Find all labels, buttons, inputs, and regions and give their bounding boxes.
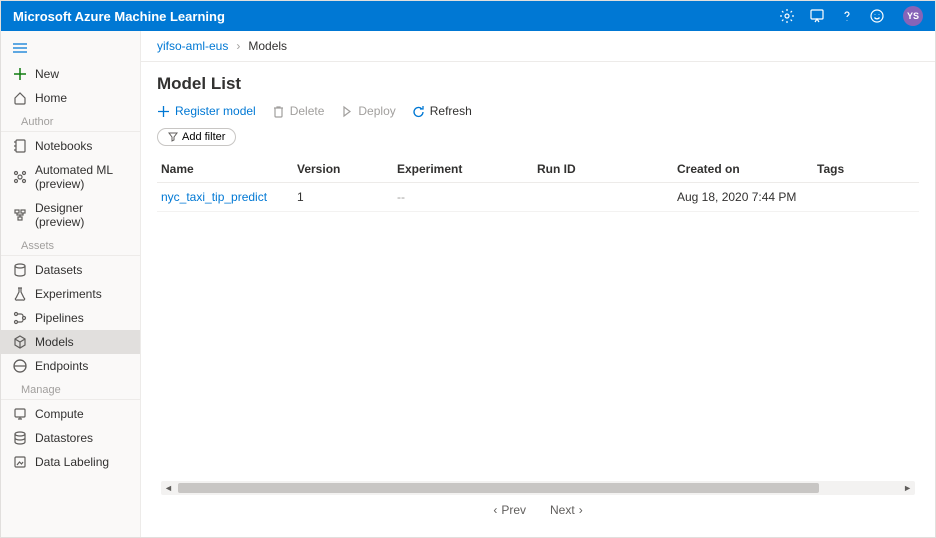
toolbar-label: Delete	[290, 104, 325, 118]
next-label: Next	[550, 503, 575, 517]
register-model-button[interactable]: Register model	[157, 104, 256, 118]
horizontal-scrollbar[interactable]: ◄ ►	[161, 481, 915, 495]
toolbar-label: Register model	[175, 104, 256, 118]
sidebar-item-notebooks[interactable]: Notebooks	[1, 134, 140, 158]
sidebar-label: Data Labeling	[35, 455, 109, 469]
breadcrumb-current: Models	[248, 39, 287, 53]
sidebar-item-datastores[interactable]: Datastores	[1, 426, 140, 450]
sidebar-label: Compute	[35, 407, 84, 421]
models-table: Name Version Experiment Run ID Created o…	[157, 156, 919, 481]
table-row[interactable]: nyc_taxi_tip_predict 1 -- Aug 18, 2020 7…	[157, 183, 919, 212]
filter-icon	[168, 132, 178, 142]
column-name[interactable]: Name	[157, 162, 297, 176]
toolbar: Register model Delete Deploy Refresh	[157, 104, 919, 118]
sidebar-label: Models	[35, 335, 74, 349]
model-experiment: --	[397, 190, 537, 204]
sidebar-item-compute[interactable]: Compute	[1, 402, 140, 426]
feedback-icon[interactable]	[809, 8, 825, 24]
sidebar-item-datasets[interactable]: Datasets	[1, 258, 140, 282]
toolbar-label: Deploy	[358, 104, 395, 118]
sidebar-item-new[interactable]: New	[1, 62, 140, 86]
sidebar-item-experiments[interactable]: Experiments	[1, 282, 140, 306]
sidebar-label: Endpoints	[35, 359, 88, 373]
delete-button: Delete	[272, 104, 325, 118]
sidebar-label: Home	[35, 91, 67, 105]
column-created[interactable]: Created on	[677, 162, 817, 176]
add-filter-button[interactable]: Add filter	[157, 128, 236, 146]
sidebar-item-designer[interactable]: Designer (preview)	[1, 196, 140, 234]
sidebar-label: Datasets	[35, 263, 82, 277]
sidebar-item-data-labeling[interactable]: Data Labeling	[1, 450, 140, 474]
prev-label: Prev	[501, 503, 526, 517]
scroll-left-icon[interactable]: ◄	[161, 483, 176, 493]
model-version: 1	[297, 190, 397, 204]
chevron-left-icon: ‹	[493, 503, 497, 517]
sidebar-label: Automated ML (preview)	[35, 163, 128, 191]
chevron-right-icon: ›	[236, 39, 240, 53]
model-tags	[817, 190, 919, 204]
app-title: Microsoft Azure Machine Learning	[13, 9, 779, 24]
app-header: Microsoft Azure Machine Learning YS	[1, 1, 935, 31]
scroll-right-icon[interactable]: ►	[900, 483, 915, 493]
sidebar: New Home Author Notebooks Automated ML (…	[1, 31, 141, 537]
sidebar-label: New	[35, 67, 59, 81]
settings-icon[interactable]	[779, 8, 795, 24]
table-header: Name Version Experiment Run ID Created o…	[157, 156, 919, 183]
refresh-button[interactable]: Refresh	[412, 104, 472, 118]
sidebar-label: Experiments	[35, 287, 102, 301]
sidebar-label: Designer (preview)	[35, 201, 128, 229]
sidebar-section-assets: Assets	[1, 234, 140, 256]
sidebar-label: Notebooks	[35, 139, 92, 153]
sidebar-item-pipelines[interactable]: Pipelines	[1, 306, 140, 330]
model-name-link[interactable]: nyc_taxi_tip_predict	[157, 190, 297, 204]
help-icon[interactable]	[839, 8, 855, 24]
sidebar-label: Datastores	[35, 431, 93, 445]
next-button[interactable]: Next ›	[550, 503, 583, 517]
emoji-icon[interactable]	[869, 8, 885, 24]
sidebar-item-automated-ml[interactable]: Automated ML (preview)	[1, 158, 140, 196]
model-created: Aug 18, 2020 7:44 PM	[677, 190, 817, 204]
column-runid[interactable]: Run ID	[537, 162, 677, 176]
pagination: ‹ Prev Next ›	[157, 495, 919, 525]
main-content: yifso-aml-eus › Models Model List Regist…	[141, 31, 935, 537]
breadcrumb-workspace[interactable]: yifso-aml-eus	[157, 39, 228, 53]
prev-button[interactable]: ‹ Prev	[493, 503, 526, 517]
deploy-button: Deploy	[340, 104, 395, 118]
sidebar-label: Pipelines	[35, 311, 84, 325]
hamburger-icon[interactable]	[1, 37, 140, 62]
column-version[interactable]: Version	[297, 162, 397, 176]
breadcrumb: yifso-aml-eus › Models	[141, 31, 935, 62]
column-experiment[interactable]: Experiment	[397, 162, 537, 176]
column-tags[interactable]: Tags	[817, 162, 919, 176]
sidebar-item-home[interactable]: Home	[1, 86, 140, 110]
sidebar-section-manage: Manage	[1, 378, 140, 400]
scrollbar-thumb[interactable]	[178, 483, 819, 493]
chevron-right-icon: ›	[579, 503, 583, 517]
page-title: Model List	[157, 74, 919, 94]
sidebar-item-endpoints[interactable]: Endpoints	[1, 354, 140, 378]
user-avatar[interactable]: YS	[903, 6, 923, 26]
header-actions: YS	[779, 6, 923, 26]
sidebar-section-author: Author	[1, 110, 140, 132]
model-runid	[537, 190, 677, 204]
sidebar-item-models[interactable]: Models	[1, 330, 140, 354]
filter-label: Add filter	[182, 131, 225, 143]
toolbar-label: Refresh	[430, 104, 472, 118]
